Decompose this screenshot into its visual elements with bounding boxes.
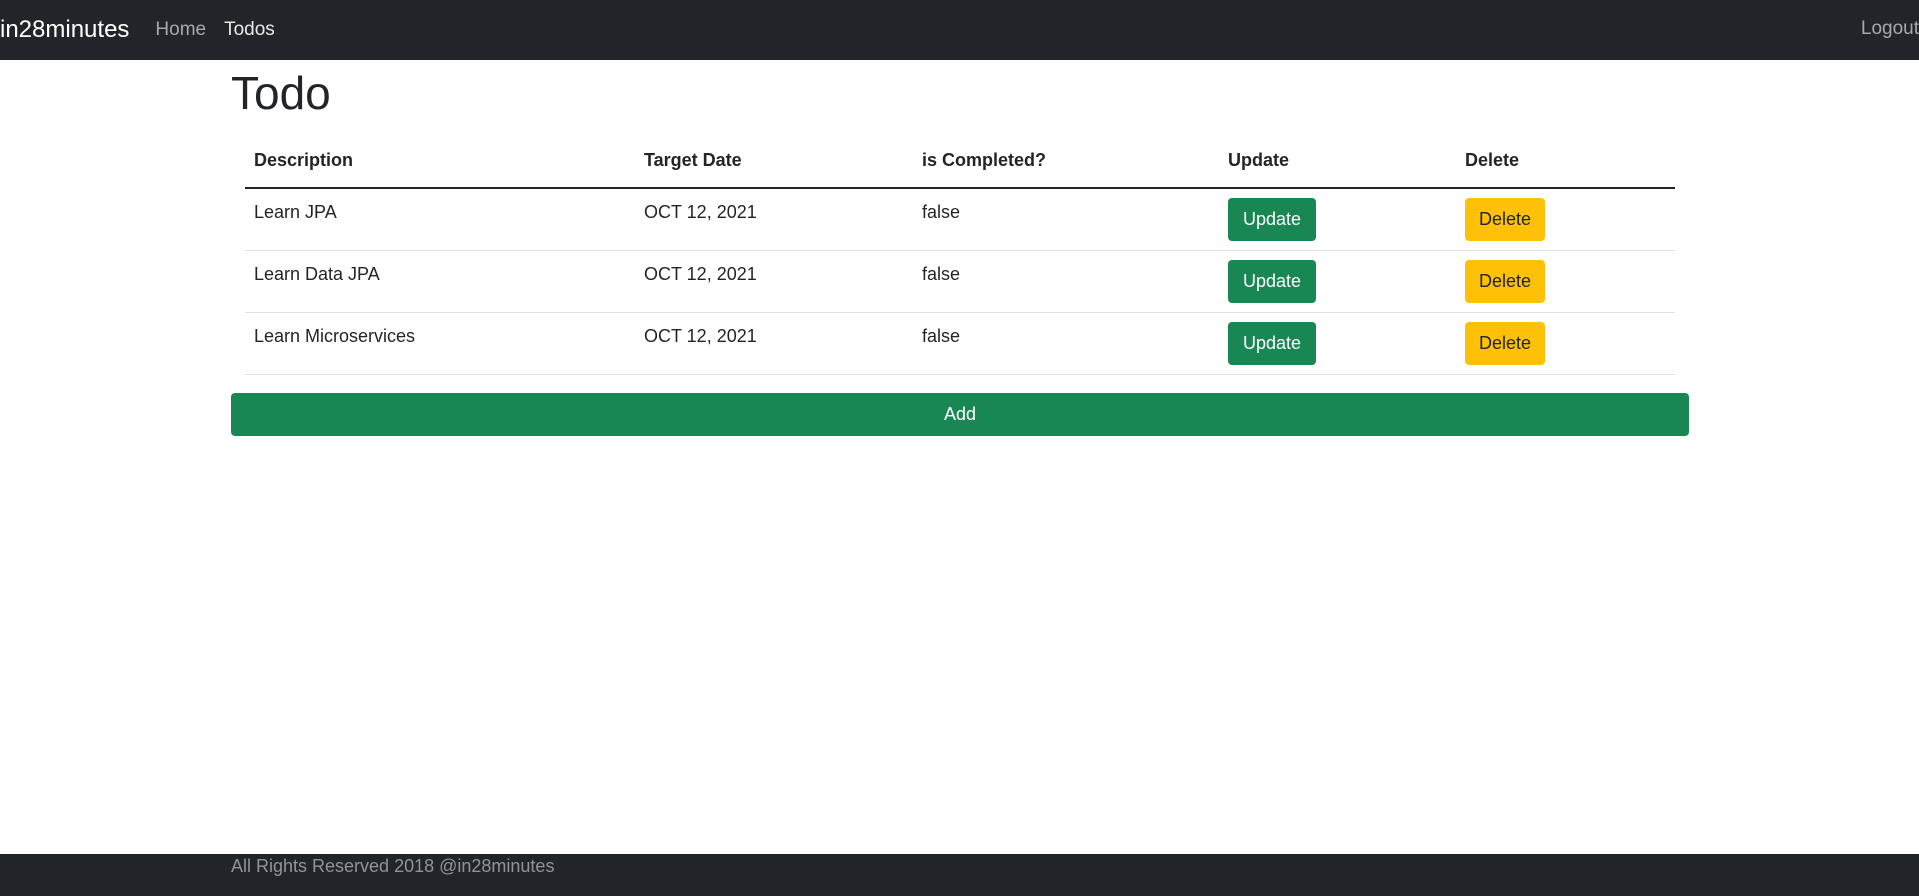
cell-completed: false — [913, 312, 1219, 375]
cell-delete: Delete — [1456, 312, 1675, 375]
cell-target-date: OCT 12, 2021 — [635, 188, 913, 251]
table-row: Learn JPA OCT 12, 2021 false Update Dele… — [245, 188, 1675, 251]
nav-link-todos[interactable]: Todos — [224, 19, 275, 41]
todo-table: Description Target Date is Completed? Up… — [245, 134, 1675, 375]
header-delete: Delete — [1456, 134, 1675, 189]
footer-text: All Rights Reserved 2018 @in28minutes — [231, 856, 555, 876]
nav-link-home[interactable]: Home — [155, 19, 206, 41]
cell-description: Learn Microservices — [245, 312, 635, 375]
cell-completed: false — [913, 250, 1219, 313]
cell-update: Update — [1219, 250, 1456, 313]
cell-completed: false — [913, 188, 1219, 251]
cell-update: Update — [1219, 312, 1456, 375]
cell-delete: Delete — [1456, 250, 1675, 313]
brand-link[interactable]: in28minutes — [0, 0, 129, 60]
table-header-row: Description Target Date is Completed? Up… — [245, 134, 1675, 189]
main-container: Todo Description Target Date is Complete… — [231, 60, 1689, 436]
delete-button[interactable]: Delete — [1465, 321, 1545, 365]
cell-description: Learn Data JPA — [245, 250, 635, 313]
update-button[interactable]: Update — [1228, 197, 1316, 241]
header-target-date: Target Date — [635, 134, 913, 189]
update-button[interactable]: Update — [1228, 321, 1316, 365]
delete-button[interactable]: Delete — [1465, 197, 1545, 241]
cell-delete: Delete — [1456, 188, 1675, 251]
logout-link[interactable]: Logout — [1861, 0, 1919, 58]
delete-button[interactable]: Delete — [1465, 259, 1545, 303]
update-button[interactable]: Update — [1228, 259, 1316, 303]
cell-target-date: OCT 12, 2021 — [635, 250, 913, 313]
footer: All Rights Reserved 2018 @in28minutes — [0, 854, 1919, 896]
nav-links: Home Todos — [155, 19, 292, 41]
page-title: Todo — [231, 67, 331, 119]
cell-update: Update — [1219, 188, 1456, 251]
table-row: Learn Data JPA OCT 12, 2021 false Update… — [245, 250, 1675, 313]
add-todo-button[interactable]: Add — [231, 392, 1689, 436]
cell-description: Learn JPA — [245, 188, 635, 251]
header-update: Update — [1219, 134, 1456, 189]
header-description: Description — [245, 134, 635, 189]
navbar: in28minutes Home Todos Logout — [0, 0, 1919, 60]
cell-target-date: OCT 12, 2021 — [635, 312, 913, 375]
header-is-completed: is Completed? — [913, 134, 1219, 189]
table-row: Learn Microservices OCT 12, 2021 false U… — [245, 312, 1675, 375]
